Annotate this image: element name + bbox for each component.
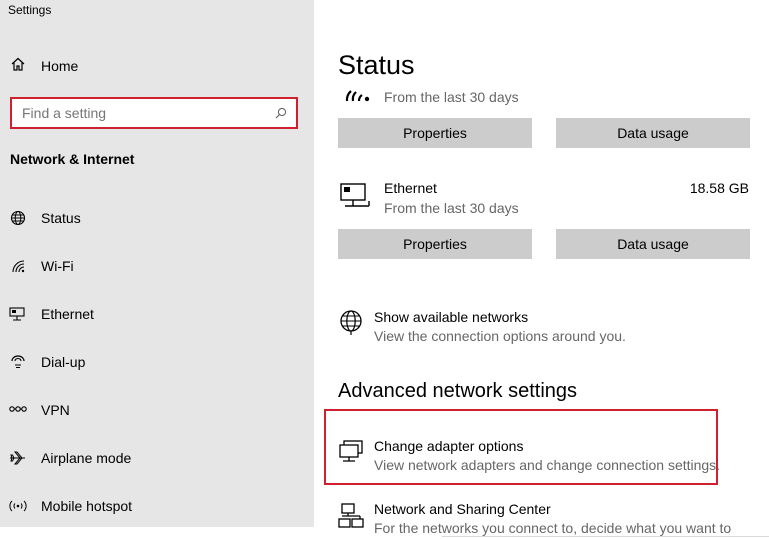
page-title: Status [338,50,415,80]
network-globe-icon [334,307,368,337]
sidebar-item-ethernet[interactable]: Ethernet [8,300,308,328]
wifi-data-usage-button[interactable]: Data usage [556,118,750,148]
ethernet-icon [8,304,28,324]
globe-icon [8,208,28,228]
vpn-icon [8,400,28,420]
sidebar-item-airplane[interactable]: Airplane mode [8,444,308,472]
sharing-center-icon [334,500,368,530]
main-content: Status From the last 30 days Properties … [314,0,769,539]
dialup-icon [8,352,28,372]
search-box [10,97,298,129]
wifi-signal-icon [340,83,374,107]
sidebar-item-label: Wi-Fi [41,258,74,274]
ethernet-data-usage-button[interactable]: Data usage [556,229,750,259]
ethernet-name: Ethernet [384,180,437,196]
sidebar-item-vpn[interactable]: VPN [8,396,308,424]
sidebar-item-dialup[interactable]: Dial-up [8,348,308,376]
sidebar-item-label: Mobile hotspot [41,498,133,514]
sidebar-item-label: Ethernet [41,306,94,322]
show-networks-description: View the connection options around you. [374,328,626,344]
wifi-usage-subtitle: From the last 30 days [384,89,519,105]
home-label: Home [41,58,79,74]
ethernet-properties-button[interactable]: Properties [338,229,532,259]
sidebar-item-label: Airplane mode [41,450,132,466]
sharing-center-title[interactable]: Network and Sharing Center [374,501,551,517]
home-link[interactable]: Home [10,55,78,77]
hotspot-icon [8,496,28,516]
home-icon [10,56,26,77]
search-icon[interactable] [274,106,288,120]
ethernet-usage: 18.58 GB [689,180,749,196]
sidebar-item-status[interactable]: Status [8,204,308,232]
search-input[interactable] [22,105,274,121]
airplane-icon [8,448,28,468]
sidebar-item-label: VPN [41,402,70,418]
divider [442,536,769,537]
section-title: Network & Internet [10,151,135,167]
sidebar-item-hotspot[interactable]: Mobile hotspot [8,492,308,520]
ethernet-pc-icon [338,181,372,211]
wifi-icon [8,256,28,276]
change-adapter-title[interactable]: Change adapter options [374,438,523,454]
wifi-properties-button[interactable]: Properties [338,118,532,148]
sidebar-item-wifi[interactable]: Wi-Fi [8,252,308,280]
ethernet-usage-subtitle: From the last 30 days [384,200,519,216]
adapter-icon [334,437,368,467]
change-adapter-description: View network adapters and change connect… [374,457,721,473]
window-title: Settings [8,3,52,17]
sidebar-item-label: Status [41,210,81,226]
show-networks-title[interactable]: Show available networks [374,309,528,325]
sidebar: Settings Home Network & Internet Status … [0,0,314,527]
sidebar-item-label: Dial-up [41,354,86,370]
advanced-heading: Advanced network settings [338,380,578,402]
